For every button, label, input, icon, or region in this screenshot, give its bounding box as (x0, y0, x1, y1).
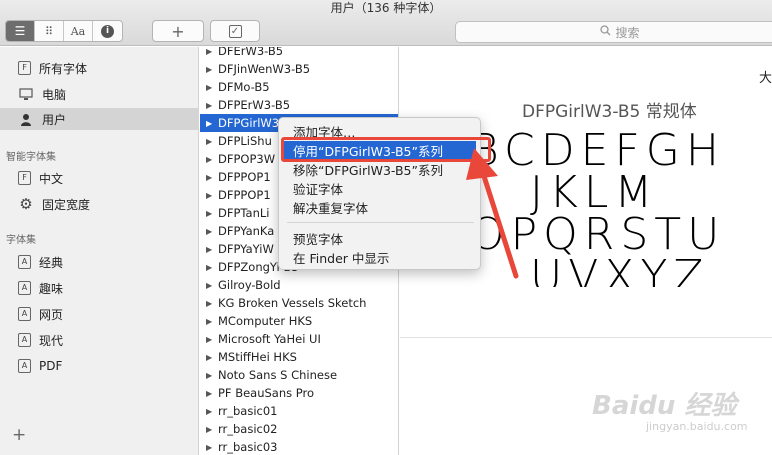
watermark-url: jingyan.baidu.com (646, 420, 748, 433)
watermark-logo: Baidu 经验 (592, 391, 737, 421)
